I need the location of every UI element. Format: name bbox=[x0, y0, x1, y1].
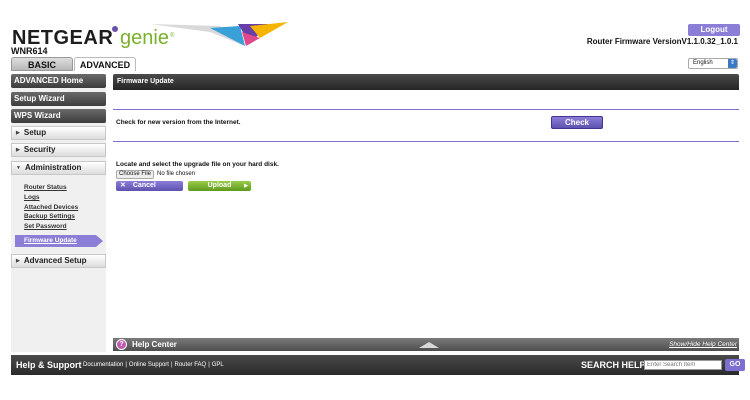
footer-bar: Help & Support Documentation | Online Supp… bbox=[11, 355, 745, 375]
separator: | bbox=[125, 362, 127, 368]
logout-button[interactable]: Logout bbox=[688, 24, 740, 36]
firmware-version: Router Firmware VersionV1.1.0.32_1.0.1 bbox=[586, 37, 738, 46]
footer-link-online-support[interactable]: Online Support bbox=[129, 362, 169, 368]
language-select[interactable]: English ⇕ bbox=[688, 58, 738, 69]
language-value: English bbox=[693, 60, 713, 66]
expand-up-icon[interactable] bbox=[419, 342, 439, 348]
choose-file-button[interactable]: Choose File bbox=[116, 170, 154, 179]
locate-description: Locate and select the upgrade file on yo… bbox=[116, 161, 279, 168]
divider bbox=[113, 109, 739, 110]
sidebar-item-logs[interactable]: Logs bbox=[24, 194, 40, 201]
sidebar-section-setup[interactable]: ▶ Setup bbox=[11, 126, 106, 140]
sidebar-section-label: Administration bbox=[24, 163, 82, 172]
search-help-label: SEARCH HELP bbox=[581, 360, 646, 370]
arrow-right-icon: ▶ bbox=[244, 183, 248, 189]
sidebar-section-label: Security bbox=[23, 145, 56, 154]
logo-dot-icon bbox=[112, 26, 118, 32]
triangle-down-icon: ▼ bbox=[16, 165, 21, 171]
upload-label: Upload bbox=[207, 182, 232, 189]
check-description: Check for new version from the Internet. bbox=[116, 119, 241, 126]
separator: | bbox=[170, 362, 173, 368]
upload-button[interactable]: Upload ▶ bbox=[188, 181, 251, 191]
separator: | bbox=[208, 362, 210, 368]
footer-link-gpl[interactable]: GPL bbox=[212, 362, 224, 368]
footer-title: Help & Support bbox=[16, 360, 82, 370]
sidebar-section-label: Setup bbox=[23, 128, 47, 137]
sidebar-item-label: Firmware Update bbox=[24, 237, 77, 244]
close-icon: ✕ bbox=[120, 182, 126, 189]
footer-links: Documentation | Online Support | Router FAQ |… bbox=[83, 355, 224, 375]
sidebar-section-administration[interactable]: ▼ Administration bbox=[11, 161, 106, 175]
sidebar-item-set-password[interactable]: Set Password bbox=[24, 223, 67, 230]
tab-advanced[interactable]: ADVANCED bbox=[74, 57, 136, 71]
help-center-bar[interactable]: ? Help Center Show/Hide Help Center bbox=[113, 338, 739, 351]
tab-basic[interactable]: BASIC bbox=[11, 57, 73, 71]
footer-link-router-faq[interactable]: Router FAQ bbox=[175, 362, 207, 368]
help-question-icon: ? bbox=[116, 339, 127, 350]
triangle-right-icon: ▶ bbox=[16, 130, 20, 136]
cancel-button[interactable]: ✕ Cancel bbox=[116, 181, 183, 191]
sidebar-item-firmware-update[interactable]: Firmware Update bbox=[15, 235, 103, 247]
check-button[interactable]: Check bbox=[551, 116, 603, 129]
cancel-label: Cancel bbox=[132, 182, 156, 189]
sidebar-section-advanced-setup[interactable]: ▶ Advanced Setup bbox=[11, 254, 106, 268]
help-center-label: Help Center bbox=[132, 340, 177, 349]
sidebar-section-label: Advanced Setup bbox=[23, 256, 87, 265]
file-status: No file chosen bbox=[157, 171, 196, 177]
divider bbox=[113, 141, 739, 142]
sidebar-item-router-status[interactable]: Router Status bbox=[24, 184, 67, 191]
sidebar-item-backup-settings[interactable]: Backup Settings bbox=[24, 213, 75, 220]
sidebar-item-attached-devices[interactable]: Attached Devices bbox=[24, 204, 78, 211]
sidebar: ADVANCED Home Setup Wizard WPS Wizard ▶ S… bbox=[11, 74, 106, 352]
sidebar-section-security[interactable]: ▶ Security bbox=[11, 143, 106, 157]
go-button[interactable]: GO bbox=[725, 359, 745, 371]
search-input[interactable] bbox=[644, 360, 722, 370]
sidebar-item-setup-wizard[interactable]: Setup Wizard bbox=[11, 92, 106, 106]
page-title: Firmware Update bbox=[113, 74, 739, 90]
triangle-right-icon: ▶ bbox=[16, 258, 20, 264]
sidebar-item-advanced-home[interactable]: ADVANCED Home bbox=[11, 74, 106, 88]
triangle-right-icon: ▶ bbox=[16, 147, 20, 153]
footer-link-documentation[interactable]: Documentation bbox=[83, 362, 123, 368]
sidebar-item-wps-wizard[interactable]: WPS Wizard bbox=[11, 109, 106, 123]
show-hide-help-link[interactable]: Show/Hide Help Center bbox=[669, 338, 737, 351]
chevron-updown-icon: ⇕ bbox=[728, 59, 737, 68]
logo-swoosh-icon bbox=[150, 22, 288, 46]
router-model: WNR614 bbox=[11, 46, 48, 56]
